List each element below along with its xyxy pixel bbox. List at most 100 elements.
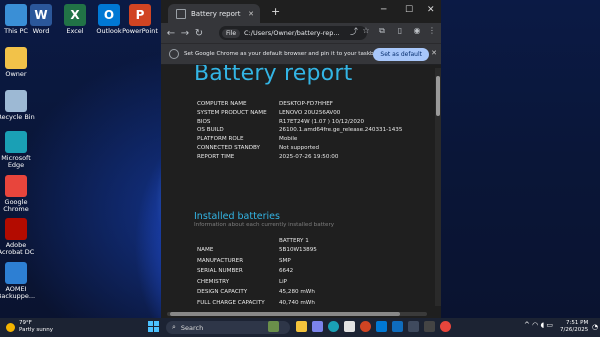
- page-title: Battery report: [194, 65, 353, 86]
- scrollbar-thumb[interactable]: [436, 76, 440, 116]
- aomei-icon: [5, 262, 27, 284]
- office-icon[interactable]: [360, 321, 371, 332]
- report-row-value: LENOVO 20U256AV00: [279, 109, 341, 116]
- report-row-key: COMPUTER NAME: [197, 101, 247, 107]
- report-row-value: 40,740 mWh: [279, 299, 315, 306]
- report-row-key: SYSTEM PRODUCT NAME: [197, 109, 267, 116]
- clock-date: 7/26/2025: [560, 327, 589, 333]
- taskbar: 79°F Partly sunny ⌕ Search ^ ◠ ◖ ▭ 7:51 …: [0, 318, 600, 337]
- clock-time: 7:51 PM: [566, 320, 589, 326]
- desktop-icon-label: Owner: [5, 70, 27, 78]
- page-favicon-icon: [176, 8, 186, 19]
- report-row-value: 26100.1.amd64fre.ge_release.240331-1435: [279, 127, 403, 134]
- chrome-window: Battery report ✕ + ─ ☐ ✕ ← → ↻ File C:/U…: [161, 0, 441, 318]
- chrome-icon: [5, 175, 27, 197]
- minimize-icon[interactable]: ─: [381, 5, 386, 15]
- side-panel-icon[interactable]: ▯: [393, 26, 407, 35]
- report-row-key: MANUFACTURER: [197, 257, 244, 264]
- tab-title: Battery report: [191, 9, 241, 18]
- forward-icon[interactable]: →: [178, 28, 192, 39]
- report-row-value: Mobile: [279, 136, 298, 143]
- terminal-icon[interactable]: [424, 321, 435, 332]
- chrome-info-icon: [169, 49, 179, 59]
- report-row-value: SMP: [279, 257, 291, 264]
- report-row-value: 5B10W13895: [279, 247, 317, 253]
- installed-batteries-subtitle: Information about each currently install…: [194, 222, 335, 228]
- recycle-bin-icon: [5, 90, 27, 112]
- desktop-icon-label: Recycle Bin: [0, 113, 35, 121]
- desktop-icon-acrobat[interactable]: Adobe Acrobat DC: [0, 218, 39, 256]
- report-row-value: R17ET24W (1.07 ) 10/12/2020: [279, 118, 364, 125]
- close-window-icon[interactable]: ✕: [427, 5, 435, 15]
- teams-icon[interactable]: [312, 321, 323, 332]
- address-text: C:/Users/Owner/battery-rep...: [244, 29, 340, 37]
- menu-kebab-icon[interactable]: ⋮: [425, 26, 439, 35]
- report-row-key: CHEMISTRY: [197, 278, 230, 285]
- powerpoint-icon: P: [129, 4, 151, 26]
- tab-battery-report[interactable]: Battery report ✕: [168, 4, 260, 23]
- extensions-icon[interactable]: ⧉: [375, 26, 389, 36]
- desktop-icon-label: PowerPoint: [122, 27, 158, 35]
- reload-icon[interactable]: ↻: [192, 28, 206, 39]
- file-chip: File: [222, 28, 241, 38]
- start-button[interactable]: [148, 321, 160, 333]
- clock[interactable]: 7:51 PM 7/26/2025: [560, 320, 588, 334]
- report-row-value: 6642: [279, 268, 294, 274]
- battery-icon[interactable]: ▭: [546, 321, 553, 329]
- desktop-icon-label: Google Chrome: [3, 198, 29, 213]
- tab-strip: Battery report ✕ + ─ ☐ ✕: [161, 0, 441, 23]
- weather-widget[interactable]: 79°F Partly sunny: [6, 320, 53, 334]
- chevron-up-icon[interactable]: ^: [524, 321, 530, 329]
- report-row-key: DESIGN CAPACITY: [197, 289, 248, 295]
- word-icon: W: [30, 4, 52, 26]
- edge-icon: [5, 131, 27, 153]
- vertical-scrollbar[interactable]: [435, 68, 441, 306]
- desktop-icon-label: AOMEI Backuppe...: [0, 285, 36, 300]
- desktop-icon-folder[interactable]: Owner: [0, 47, 39, 78]
- desktop-icon-powerpoint[interactable]: P PowerPoint: [117, 4, 163, 35]
- report-row-key: OS BUILD: [197, 127, 224, 134]
- desktop-icon-aomei[interactable]: AOMEI Backuppe...: [0, 262, 39, 300]
- report-content: Battery report COMPUTER NAME DESKTOP-FD7H…: [161, 65, 441, 318]
- set-as-default-button[interactable]: Set as default: [373, 48, 429, 61]
- report-row-key: CONNECTED STANDBY: [197, 145, 260, 151]
- edge-taskbar-icon[interactable]: [328, 321, 339, 332]
- file-explorer-icon[interactable]: [296, 321, 307, 332]
- close-infobar-icon[interactable]: ✕: [431, 49, 437, 57]
- report-row-value: DESKTOP-FD7HHEF: [279, 101, 333, 107]
- report-row-key: SERIAL NUMBER: [197, 268, 243, 274]
- desktop-icon-edge[interactable]: Microsoft Edge: [0, 131, 39, 169]
- search-highlight-icon: [268, 321, 279, 332]
- report-row-value: 45,280 mWh: [279, 289, 315, 295]
- report-row-value: LiP: [279, 278, 288, 285]
- close-tab-icon[interactable]: ✕: [248, 10, 254, 18]
- report-row-key: NAME: [197, 247, 214, 253]
- horizontal-scrollbar[interactable]: [167, 312, 427, 316]
- chrome-taskbar-icon[interactable]: [440, 321, 451, 332]
- desktop-icon-label: Adobe Acrobat DC: [0, 241, 35, 256]
- partly-sunny-icon: [6, 322, 15, 332]
- calculator-icon[interactable]: [408, 321, 419, 332]
- desktop-icon-recycle-bin[interactable]: Recycle Bin: [0, 90, 39, 121]
- search-icon: ⌕: [172, 323, 176, 331]
- new-tab-icon[interactable]: +: [271, 5, 280, 18]
- back-icon[interactable]: ←: [164, 28, 178, 39]
- maximize-icon[interactable]: ☐: [405, 5, 413, 15]
- outlook-taskbar-icon[interactable]: [376, 321, 387, 332]
- report-row-key: BIOS: [197, 118, 211, 125]
- mail-icon[interactable]: [392, 321, 403, 332]
- address-bar[interactable]: File C:/Users/Owner/battery-rep...: [219, 26, 367, 40]
- notification-bell-icon[interactable]: ◔: [592, 323, 598, 331]
- desktop-icon-chrome[interactable]: Google Chrome: [0, 175, 39, 213]
- report-row-key: REPORT TIME: [197, 153, 235, 160]
- wifi-icon[interactable]: ◠: [532, 321, 538, 329]
- installed-batteries-heading: Installed batteries: [194, 211, 280, 222]
- volume-icon[interactable]: ◖: [540, 321, 544, 329]
- microsoft-store-icon[interactable]: [344, 321, 355, 332]
- system-tray[interactable]: ^ ◠ ◖ ▭: [524, 321, 553, 329]
- profile-icon[interactable]: ◉: [410, 26, 424, 35]
- weather-desc: Partly sunny: [19, 327, 53, 333]
- report-row-value: 2025-07-26 19:50:00: [279, 153, 339, 160]
- bookmark-star-icon[interactable]: ☆: [359, 26, 373, 35]
- desktop-icon-label: Microsoft Edge: [1, 154, 31, 169]
